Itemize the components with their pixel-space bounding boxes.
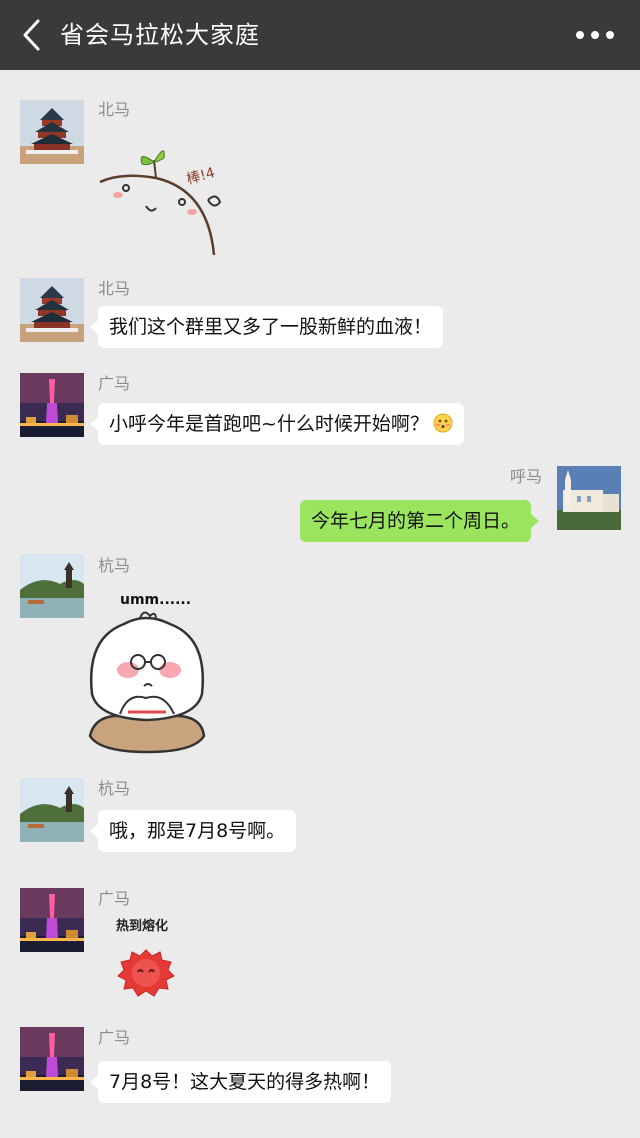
message-bubble[interactable]: 我们这个群里又多了一股新鲜的血液！ xyxy=(89,306,444,348)
avatar-hangma[interactable] xyxy=(20,778,84,842)
avatar-guangma[interactable] xyxy=(20,373,84,437)
more-dots-icon[interactable] xyxy=(574,24,616,46)
sender-name: 杭马 xyxy=(98,556,131,575)
message-bubble[interactable]: 7月8号！这大夏天的得多热啊！ xyxy=(89,1061,392,1103)
sender-name: 广马 xyxy=(98,889,131,908)
message-bubble[interactable]: 哦，那是7月8号啊。 xyxy=(89,810,297,852)
blush-emoji-icon xyxy=(433,413,453,433)
sender-name: 广马 xyxy=(98,1028,131,1047)
title-bar: 省会马拉松大家庭 xyxy=(0,0,640,70)
back-chevron-icon[interactable] xyxy=(18,18,48,52)
avatar-beima[interactable] xyxy=(20,278,84,342)
sticker-text: umm...... xyxy=(120,592,191,608)
avatar-beima[interactable] xyxy=(20,100,84,164)
sender-name: 北马 xyxy=(98,100,131,119)
sticker-caption: 热到熔化 xyxy=(116,919,169,934)
avatar-guangma[interactable] xyxy=(20,1027,84,1091)
sender-name: 广马 xyxy=(98,374,131,393)
message-bubble[interactable]: 小呼今年是首跑吧~什么时候开始啊？ xyxy=(90,403,464,445)
message-text: 小呼今年是首跑吧~什么时候开始啊？ xyxy=(109,413,429,435)
sticker-bang[interactable]: 棒!4 xyxy=(96,140,226,260)
avatar-guangma[interactable] xyxy=(20,888,84,952)
message-bubble-outgoing[interactable]: 今年七月的第二个周日。 xyxy=(300,500,540,542)
avatar-huma[interactable] xyxy=(557,466,621,530)
chat-title: 省会马拉松大家庭 xyxy=(60,21,260,49)
sticker-melting[interactable] xyxy=(116,946,176,1000)
sender-name: 呼马 xyxy=(510,467,543,486)
sender-name: 北马 xyxy=(98,279,131,298)
sender-name: 杭马 xyxy=(98,779,131,798)
sticker-umm[interactable]: umm...... xyxy=(84,586,210,754)
sticker-text: 棒!4 xyxy=(185,165,217,188)
avatar-hangma[interactable] xyxy=(20,554,84,618)
